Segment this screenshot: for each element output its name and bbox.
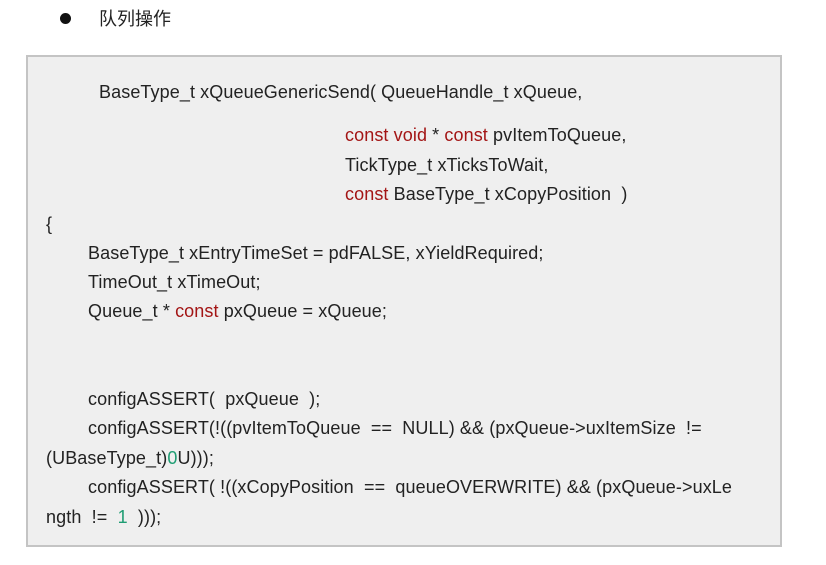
code-text: pxQueue = xQueue; (218, 301, 388, 321)
code-line-11: (UBaseType_t)0U))); (46, 446, 214, 470)
code-line-12: configASSERT( !((xCopyPosition == queueO… (88, 477, 733, 497)
code-line-8: Queue_t * const pxQueue = xQueue; (88, 299, 387, 323)
keyword: const (175, 301, 219, 321)
code-line-4: const BaseType_t xCopyPosition ) (345, 182, 627, 206)
code-line-6: BaseType_t xEntryTimeSet = pdFALSE, xYie… (88, 243, 544, 263)
code-line-10: configASSERT(!((pvItemToQueue == NULL) &… (88, 418, 702, 438)
code-text: (UBaseType_t) (46, 448, 168, 468)
number-literal: 0 (167, 448, 178, 468)
keyword: void (393, 125, 428, 145)
code-line-2: const void * const pvItemToQueue, (345, 123, 626, 147)
bullet-dot-icon (60, 12, 71, 24)
code-line-5: { (46, 214, 53, 234)
code-text: U))); (177, 448, 214, 468)
keyword: const (345, 184, 389, 204)
keyword: const (345, 125, 389, 145)
code-line-3: TickType_t xTicksToWait, (345, 155, 549, 175)
code-block: BaseType_t xQueueGenericSend( QueueHandl… (26, 55, 782, 547)
code-line-1: BaseType_t xQueueGenericSend( QueueHandl… (99, 82, 583, 102)
keyword: const (444, 125, 488, 145)
number-literal: 1 (117, 507, 128, 527)
code-text: Queue_t * (88, 301, 176, 321)
code-line-7: TimeOut_t xTimeOut; (88, 272, 261, 292)
code-line-13: ngth != 1 ))); (46, 505, 161, 529)
heading-text: 队列操作 (99, 9, 171, 29)
code-text: ngth != (46, 507, 118, 527)
code-line-9: configASSERT( pxQueue ); (88, 389, 321, 409)
code-text: ))); (127, 507, 162, 527)
code-text: pvItemToQueue, (487, 125, 627, 145)
code-text: * (427, 125, 445, 145)
code-text: BaseType_t xCopyPosition ) (388, 184, 628, 204)
bullet-heading: 队列操作 (60, 4, 171, 32)
